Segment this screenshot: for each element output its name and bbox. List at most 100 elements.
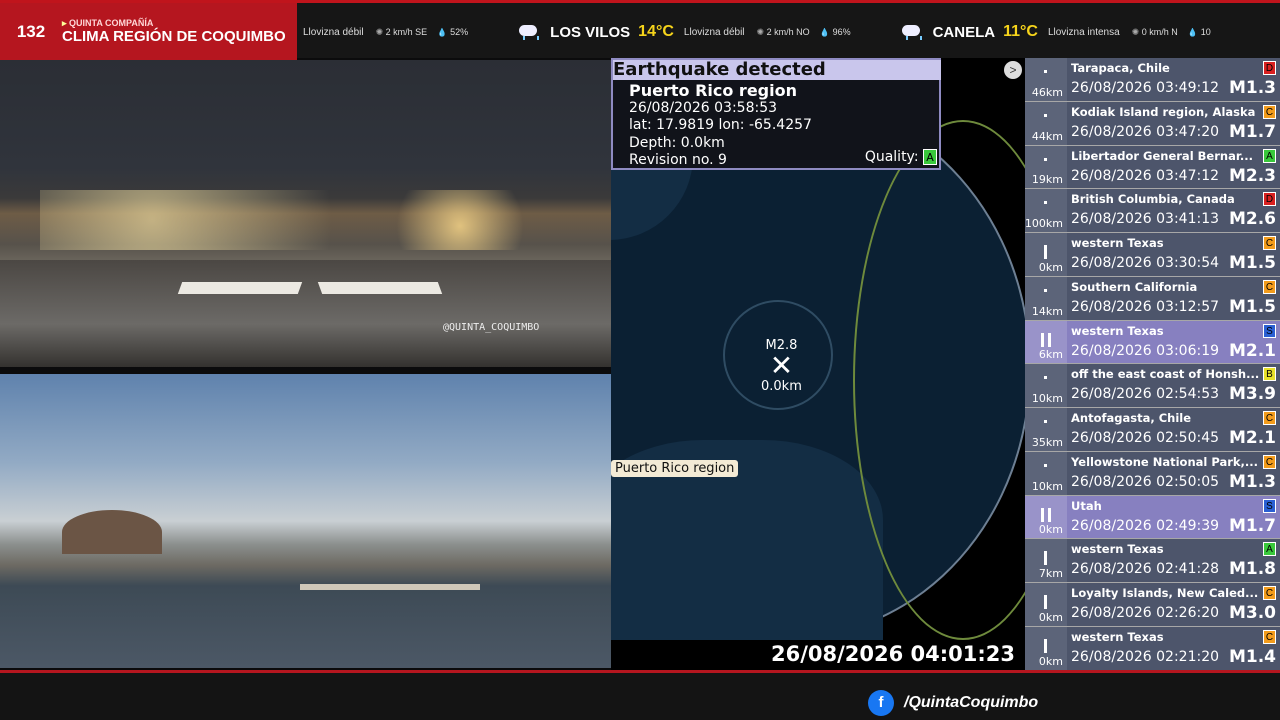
quake-row[interactable]: 10km Yellowstone National Park,... 26/08/2… <box>1025 451 1280 496</box>
info-cell: Loyalty Islands, New Caled... 26/08/2026 … <box>1067 583 1280 626</box>
condition: Llovizna intensa <box>1047 26 1120 38</box>
quality-badge: S <box>1263 323 1276 338</box>
epicenter-marker: M2.8 ✕ 0.0km <box>761 338 802 394</box>
quake-place: Antofagasta, Chile <box>1071 411 1192 425</box>
weather-top-bar: 132 QUINTA COMPAÑÍA CLIMA REGIÓN DE COQU… <box>0 0 1280 61</box>
quake-row[interactable]: 100km British Columbia, Canada 26/08/2026 … <box>1025 189 1280 233</box>
quake-place: Loyalty Islands, New Caled... <box>1071 586 1259 600</box>
quake-row[interactable]: 35km Antofagasta, Chile 26/08/2026 02:50:4… <box>1025 408 1280 452</box>
depth-indicator-icon <box>1044 245 1047 259</box>
humidity: 10 <box>1188 27 1211 37</box>
next-arrow-icon[interactable]: > <box>1004 61 1022 79</box>
quake-magnitude: M2.6 <box>1228 209 1276 230</box>
quake-row[interactable]: 0km Utah 26/08/2026 02:49:39 M1.7 S <box>1025 495 1280 540</box>
depth-cell: 0km <box>1025 626 1067 670</box>
depth-indicator-icon <box>1044 595 1047 609</box>
temperature: 11°C <box>1003 23 1038 40</box>
quality-badge: S <box>1263 498 1276 513</box>
quake-time: 26/08/2026 03:06:19 <box>1071 342 1220 359</box>
wind: 0 km/h N <box>1132 27 1178 38</box>
quake-row[interactable]: 46km Tarapaca, Chile 26/08/2026 03:49:12 M1… <box>1025 58 1280 102</box>
quake-time: 26/08/2026 02:41:28 <box>1071 561 1220 578</box>
quake-magnitude: M2.1 <box>1228 428 1276 448</box>
city-lights <box>40 190 600 250</box>
quake-time: 26/08/2026 03:30:54 <box>1071 255 1220 271</box>
night-city-camera: @QUINTA_COQUIMBO <box>0 60 611 367</box>
depth-indicator-icon <box>1044 201 1047 205</box>
condition: Llovizna débil <box>683 26 745 38</box>
quake-magnitude: M1.7 <box>1228 121 1276 142</box>
quality-badge: A <box>1263 148 1276 163</box>
channel-title: CLIMA REGIÓN DE COQUIMBO <box>62 27 286 45</box>
depth-cell: 14km <box>1025 276 1067 320</box>
quake-row[interactable]: 0km western Texas 26/08/2026 03:30:54 M1.5 C <box>1025 233 1280 277</box>
earthquake-map-panel: Earthquake detected Puerto Rico region 2… <box>611 58 1025 670</box>
quake-row[interactable]: 6km western Texas 26/08/2026 03:06:19 M2.1 S <box>1025 320 1280 365</box>
depth-cell: 10km <box>1025 364 1067 407</box>
info-cell: British Columbia, Canada 26/08/2026 03:41… <box>1067 189 1280 232</box>
facebook-handle: /QuintaCoquimbo <box>904 694 1039 711</box>
quake-depth: 0km <box>1038 610 1063 624</box>
rooftop <box>0 260 611 367</box>
quake-magnitude: M3.9 <box>1228 384 1276 405</box>
quality-badge: A <box>1263 542 1276 557</box>
info-cell: Utah 26/08/2026 02:49:39 M1.7 S <box>1067 496 1280 539</box>
city-name: LOS VILOS <box>550 23 631 41</box>
depth-cell: 10km <box>1025 451 1067 495</box>
quake-row[interactable]: 10km off the east coast of Honsh... 26/08/… <box>1025 364 1280 408</box>
rain-cloud-icon <box>516 22 542 42</box>
info-cell: Southern California 26/08/2026 03:12:57 M1… <box>1067 277 1280 320</box>
quality-badge: C <box>1263 104 1276 119</box>
ticker-city: Llovizna débil 2 km/h SE 52% <box>303 27 498 38</box>
depth-indicator-icon <box>1044 288 1047 292</box>
quake-time: 26/08/2026 03:41:13 <box>1071 211 1220 228</box>
alert-header: Earthquake detected <box>613 60 941 80</box>
map-clock: 26/08/2026 04:01:23 <box>771 642 1016 666</box>
weather-ticker: Llovizna débil 2 km/h SE 52% LOS VILOS 1… <box>297 3 1280 61</box>
channel-brand: 132 QUINTA COMPAÑÍA CLIMA REGIÓN DE COQU… <box>0 3 297 61</box>
depth-indicator-icon <box>1044 638 1047 653</box>
quake-depth: 44km <box>1031 129 1063 143</box>
quake-magnitude: M1.5 <box>1228 296 1276 317</box>
quake-magnitude: M1.3 <box>1228 78 1276 98</box>
depth-cell: 44km <box>1025 101 1067 145</box>
quality-badge: C <box>1263 411 1276 425</box>
quake-row[interactable]: 44km Kodiak Island region, Alaska 26/08/20… <box>1025 101 1280 146</box>
quake-row[interactable]: 0km western Texas 26/08/2026 02:21:20 M1.4 C <box>1025 626 1280 670</box>
quake-depth: 6km <box>1038 348 1063 362</box>
quality-badge: C <box>1263 629 1276 644</box>
quake-time: 26/08/2026 03:49:12 <box>1071 80 1220 96</box>
wind: 2 km/h NO <box>757 27 810 38</box>
quake-magnitude: M2.3 <box>1228 165 1276 186</box>
facebook-icon: f <box>868 690 894 716</box>
quake-magnitude: M2.1 <box>1228 340 1276 361</box>
quake-row[interactable]: 14km Southern California 26/08/2026 03:12:… <box>1025 276 1280 321</box>
quake-place: Libertador General Bernar... <box>1071 148 1253 163</box>
quake-row[interactable]: 7km western Texas 26/08/2026 02:41:28 M1.8 A <box>1025 539 1280 583</box>
quality-badge: D <box>1263 192 1276 207</box>
camera-watermark: @QUINTA_COQUIMBO <box>443 322 540 333</box>
quake-row[interactable]: 19km Libertador General Bernar... 26/08/20… <box>1025 145 1280 190</box>
humidity: 96% <box>820 27 851 37</box>
channel-number: 132 <box>16 22 46 41</box>
quake-depth: 100km <box>1025 217 1063 230</box>
marker-depth: 0.0km <box>761 379 802 394</box>
alert-latlon: lat: 17.9819 lon: -65.4257 <box>629 117 812 133</box>
alert-depth: Depth: 0.0km <box>629 134 725 151</box>
quake-place: Yellowstone National Park,... <box>1071 454 1259 469</box>
info-cell: Antofagasta, Chile 26/08/2026 02:50:45 M2.… <box>1067 408 1280 451</box>
quake-place: British Columbia, Canada <box>1071 192 1235 207</box>
quality-badge: C <box>1263 454 1276 469</box>
quake-depth: 10km <box>1031 392 1063 405</box>
alert-region: Puerto Rico region <box>629 81 797 100</box>
depth-cell: 7km <box>1025 539 1067 582</box>
depth-indicator-icon <box>1044 157 1047 161</box>
earthquake-alert-popup: Earthquake detected Puerto Rico region 2… <box>611 58 941 170</box>
quake-magnitude: M1.3 <box>1228 471 1276 492</box>
quake-place: Utah <box>1071 498 1102 513</box>
quality-label: Quality: <box>864 149 919 165</box>
epicenter-x-icon: ✕ <box>769 349 794 382</box>
quake-row[interactable]: 0km Loyalty Islands, New Caled... 26/08/20… <box>1025 583 1280 627</box>
facebook-link[interactable]: f /QuintaCoquimbo <box>868 690 1038 716</box>
quality-badge: A <box>923 149 937 165</box>
